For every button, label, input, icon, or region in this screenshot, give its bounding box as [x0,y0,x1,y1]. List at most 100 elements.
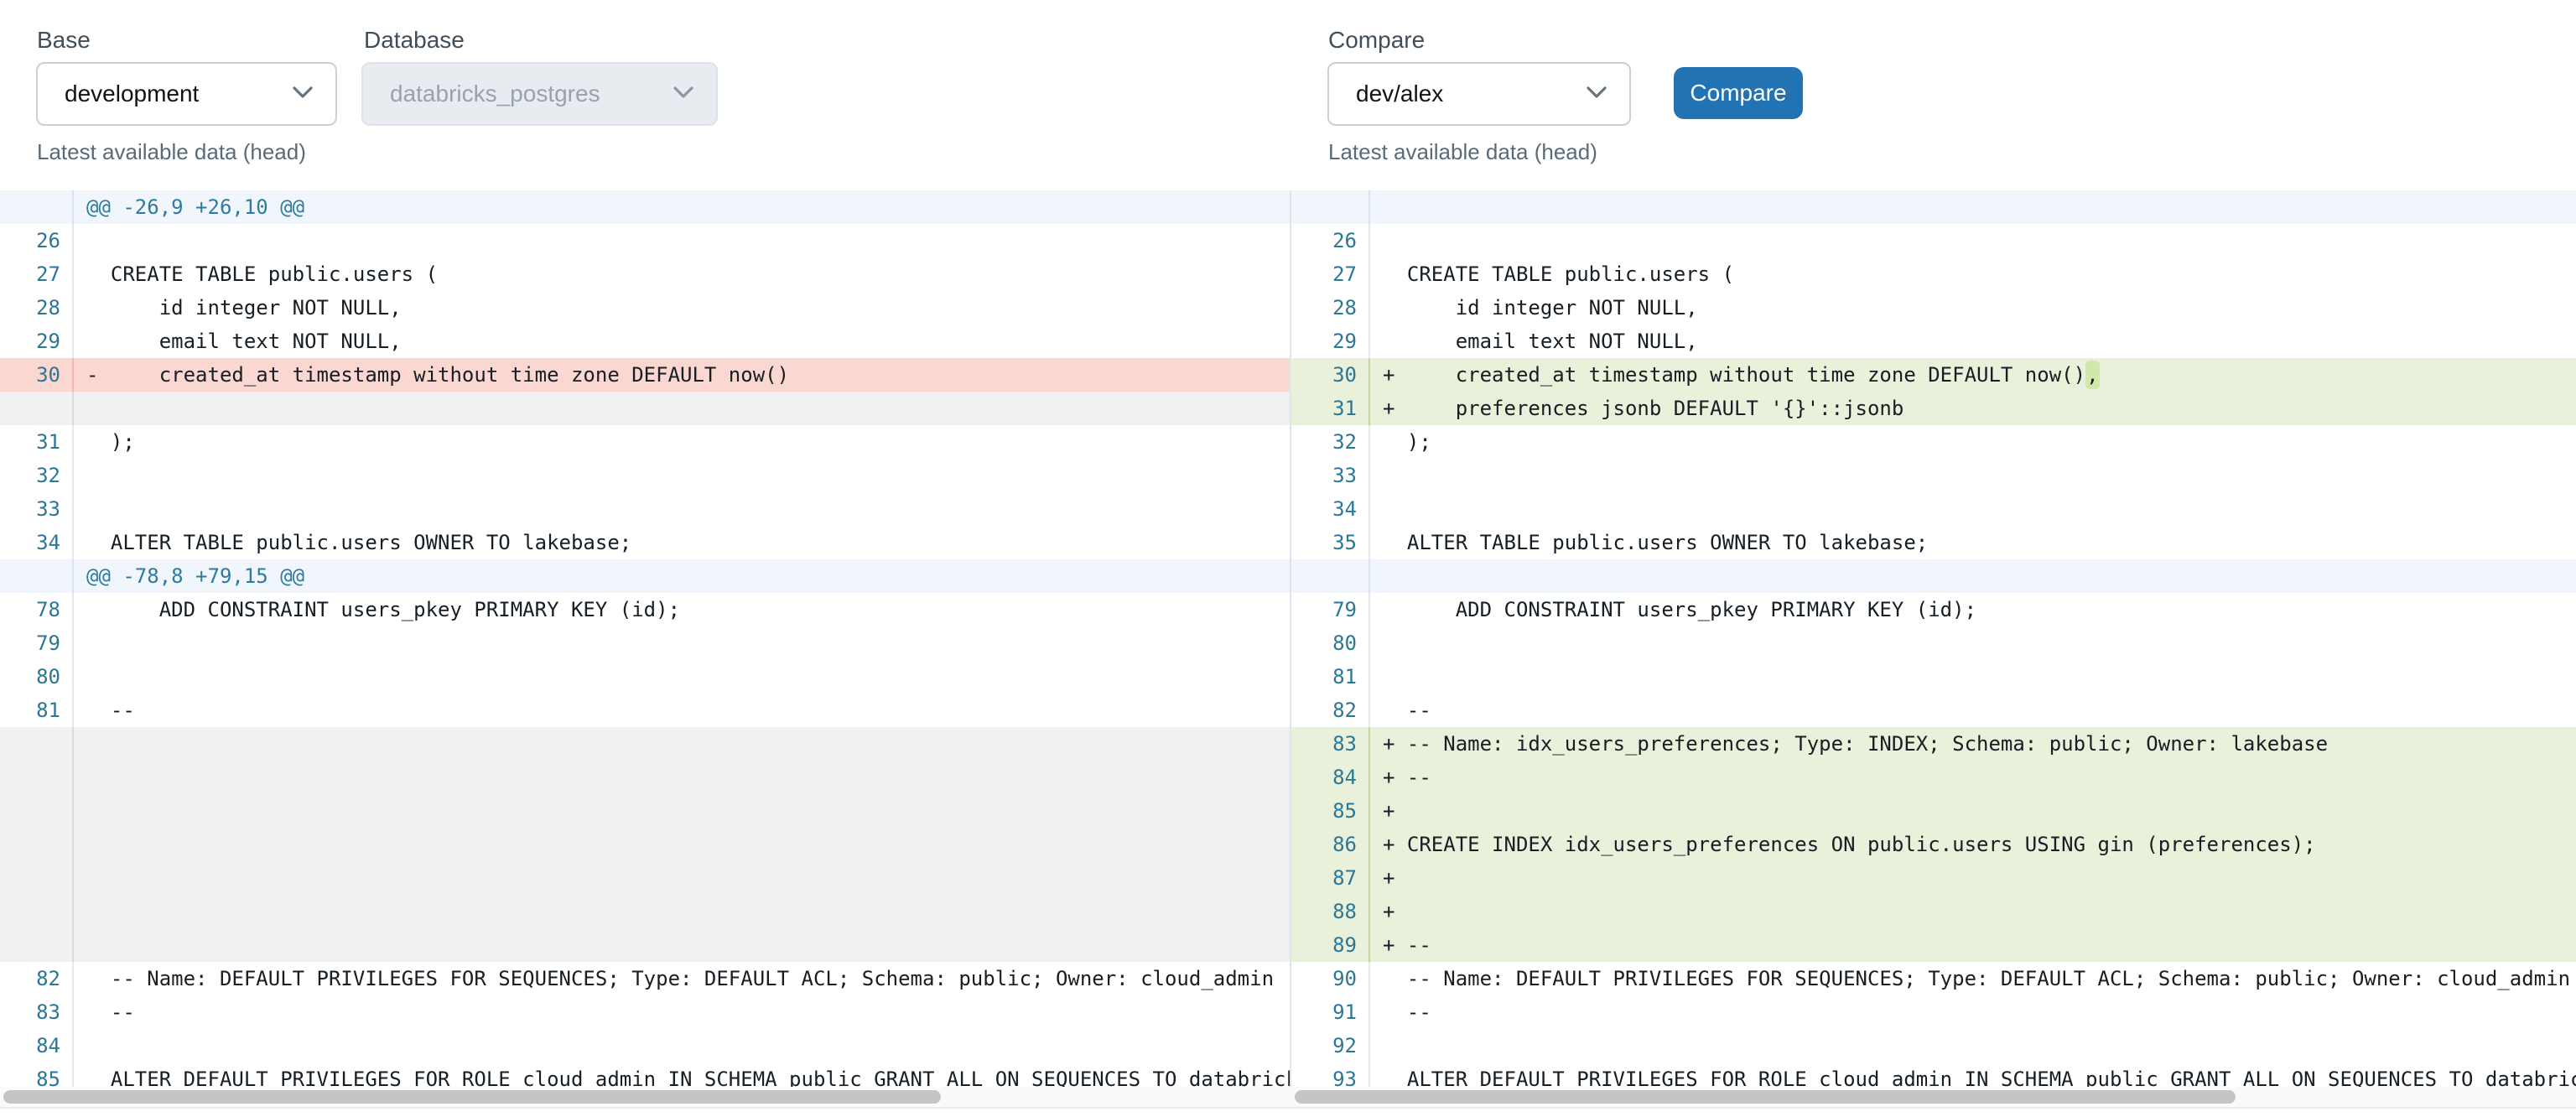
diff-row: 31+ preferences jsonb DEFAULT '{}'::json… [1291,392,2576,425]
code-line: + [1370,861,2576,895]
code-line: + [1370,895,2576,928]
diff-row: 79 [0,626,1290,660]
line-number [0,895,74,928]
diff-row: 84+ -- [1291,761,2576,794]
diff-row: 35 ALTER TABLE public.users OWNER TO lak… [1291,526,2576,559]
diff-row: 32 [0,459,1290,492]
line-number: 86 [1291,828,1370,861]
diff-pane-compare: 2627 CREATE TABLE public.users (28 id in… [1291,190,2576,1087]
diff-row: 85 ALTER DEFAULT PRIVILEGES FOR ROLE clo… [0,1062,1290,1087]
code-line: + -- Name: idx_users_preferences; Type: … [1370,727,2576,761]
code-line [1370,1029,2576,1062]
code-line [74,626,1290,660]
diff-row: 91 -- [1291,995,2576,1029]
code-line: ADD CONSTRAINT users_pkey PRIMARY KEY (i… [1370,593,2576,626]
hunk-header-row [1291,559,2576,593]
placeholder-row [0,928,1290,962]
line-number [0,727,74,761]
line-number: 26 [1291,224,1370,257]
diff-row: 28 id integer NOT NULL, [1291,291,2576,325]
placeholder-row [0,392,1290,425]
diff-row: 32 ); [1291,425,2576,459]
line-number [0,761,74,794]
line-number: 80 [1291,626,1370,660]
code-line [1370,459,2576,492]
right-pane-scrollbar-thumb[interactable] [1295,1090,2236,1104]
code-line: -- [74,995,1290,1029]
left-pane-scrollbar-thumb[interactable] [3,1090,941,1104]
line-number: 30 [1291,358,1370,392]
diff-row: 83+ -- Name: idx_users_preferences; Type… [1291,727,2576,761]
line-number: 92 [1291,1029,1370,1062]
chevron-down-icon [1586,86,1607,103]
code-line: email text NOT NULL, [74,325,1290,358]
line-number: 78 [0,593,74,626]
diff-row: 31 ); [0,425,1290,459]
code-line: -- Name: DEFAULT PRIVILEGES FOR SEQUENCE… [74,962,1290,995]
base-label: Base [37,27,91,54]
hunk-header-text [1370,559,2576,593]
line-number: 88 [1291,895,1370,928]
code-line: - created_at timestamp without time zone… [74,358,1290,392]
code-line: -- Name: DEFAULT PRIVILEGES FOR SEQUENCE… [1370,962,2576,995]
code-line: ); [74,425,1290,459]
line-number: 80 [0,660,74,694]
line-number [0,828,74,861]
hunk-header-text: @@ -26,9 +26,10 @@ [74,190,1290,224]
code-line [74,828,1290,861]
diff-row: 90 -- Name: DEFAULT PRIVILEGES FOR SEQUE… [1291,962,2576,995]
code-line [74,895,1290,928]
diff-row: 92 [1291,1029,2576,1062]
diff-row: 83 -- [0,995,1290,1029]
line-number: 31 [0,425,74,459]
code-line [74,492,1290,526]
code-line: CREATE TABLE public.users ( [74,257,1290,291]
code-line: email text NOT NULL, [1370,325,2576,358]
base-select[interactable]: development [36,62,337,126]
line-number: 87 [1291,861,1370,895]
code-line [1370,492,2576,526]
hunk-header-text [1370,190,2576,224]
code-line: -- [74,694,1290,727]
hunk-header-row [1291,190,2576,224]
line-number: 31 [1291,392,1370,425]
line-number: 27 [0,257,74,291]
line-number: 84 [1291,761,1370,794]
database-select-value: databricks_postgres [390,81,600,107]
diff-row: 26 [1291,224,2576,257]
code-line: id integer NOT NULL, [1370,291,2576,325]
code-line [74,224,1290,257]
line-number: 89 [1291,928,1370,962]
code-line [74,761,1290,794]
diff-row: 87+ [1291,861,2576,895]
line-number: 85 [1291,794,1370,828]
compare-button[interactable]: Compare [1674,67,1803,119]
compare-select[interactable]: dev/alex [1327,62,1631,126]
diff-row: 26 [0,224,1290,257]
code-line: ALTER DEFAULT PRIVILEGES FOR ROLE cloud_… [74,1062,1290,1087]
compare-status-text: Latest available data (head) [1328,139,1597,165]
line-number: 26 [0,224,74,257]
word-diff-highlight: , [2085,361,2099,389]
line-number [1291,190,1370,224]
diff-row: 34 ALTER TABLE public.users OWNER TO lak… [0,526,1290,559]
diff-row: 80 [0,660,1290,694]
code-line [74,660,1290,694]
code-line [74,928,1290,962]
line-number: 28 [0,291,74,325]
line-number: 90 [1291,962,1370,995]
line-number [0,559,74,593]
diff-row: 82 -- [1291,694,2576,727]
code-line: ); [1370,425,2576,459]
line-number [0,861,74,895]
line-number: 28 [1291,291,1370,325]
code-line [1370,224,2576,257]
line-number [0,928,74,962]
code-line: + [1370,794,2576,828]
line-number [0,190,74,224]
code-line: + preferences jsonb DEFAULT '{}'::jsonb [1370,392,2576,425]
line-number: 32 [0,459,74,492]
horizontal-scrollbar-track[interactable] [0,1087,2576,1109]
compare-select-value: dev/alex [1356,81,1443,107]
code-line: CREATE TABLE public.users ( [1370,257,2576,291]
